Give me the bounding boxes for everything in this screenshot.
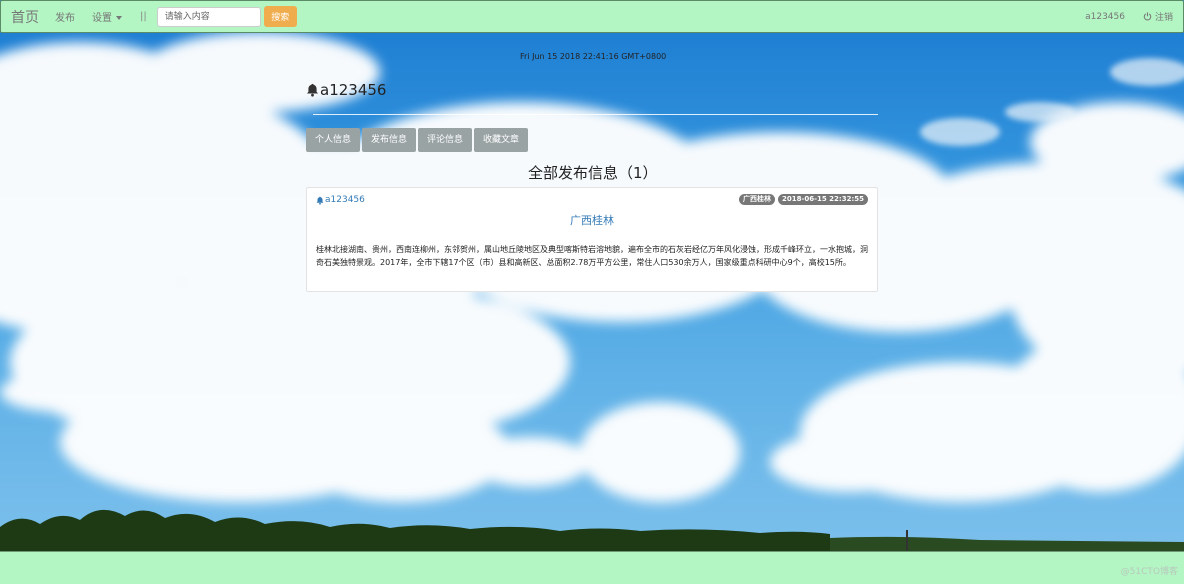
settings-label: 设置 <box>92 13 112 24</box>
bell-icon <box>306 83 319 97</box>
post-title-link[interactable]: 广西桂林 <box>307 212 877 228</box>
nav-separator: || <box>140 11 147 22</box>
tag-badge: 广西桂林 <box>738 194 775 205</box>
search-button[interactable]: 搜索 <box>263 6 297 27</box>
username-link[interactable]: a123456 <box>1085 12 1125 22</box>
post-author-link[interactable]: a123456 <box>316 195 365 205</box>
chevron-down-icon <box>116 16 122 20</box>
profile-name: a123456 <box>320 81 387 99</box>
tab-favorites[interactable]: 收藏文章 <box>474 128 529 152</box>
section-title-text: 全部发布信息（1） <box>528 164 658 182</box>
tab-personal-info[interactable]: 个人信息 <box>306 128 361 152</box>
tab-comments[interactable]: 评论信息 <box>418 128 473 152</box>
post-badges: 广西桂林 2018-06-15 22:32:55 <box>736 194 868 205</box>
home-link[interactable]: 首页 <box>11 7 39 27</box>
post-author-name: a123456 <box>325 195 365 205</box>
divider <box>313 114 878 115</box>
post-card: a123456 广西桂林 2018-06-15 22:32:55 广西桂林 桂林… <box>306 187 878 292</box>
top-navbar: 首页 发布 设置 || 搜索 a123456 注销 <box>0 0 1184 33</box>
power-icon <box>1143 12 1152 21</box>
profile-tabs: 个人信息 发布信息 评论信息 收藏文章 <box>306 128 530 152</box>
search-input[interactable] <box>156 6 261 27</box>
watermark: @51CTO博客 <box>1120 567 1178 577</box>
nav-right: a123456 注销 <box>1085 10 1183 24</box>
post-body: 桂林北接湖南、贵州，西南连柳州，东邻贺州，属山地丘陵地区及典型喀斯特岩溶地貌，遍… <box>316 245 868 267</box>
logout-label: 注销 <box>1154 13 1173 23</box>
settings-dropdown[interactable]: 设置 <box>92 9 122 24</box>
date-badge: 2018-06-15 22:32:55 <box>777 194 868 205</box>
footer-bar <box>0 551 1184 584</box>
logout-link[interactable]: 注销 <box>1143 10 1173 23</box>
profile-heading: a123456 <box>306 81 386 99</box>
tab-published-info[interactable]: 发布信息 <box>362 128 417 152</box>
bell-icon <box>316 196 324 205</box>
publish-link[interactable]: 发布 <box>55 9 75 24</box>
current-datetime: Fri Jun 15 2018 22:41:16 GMT+0800 <box>520 52 667 61</box>
